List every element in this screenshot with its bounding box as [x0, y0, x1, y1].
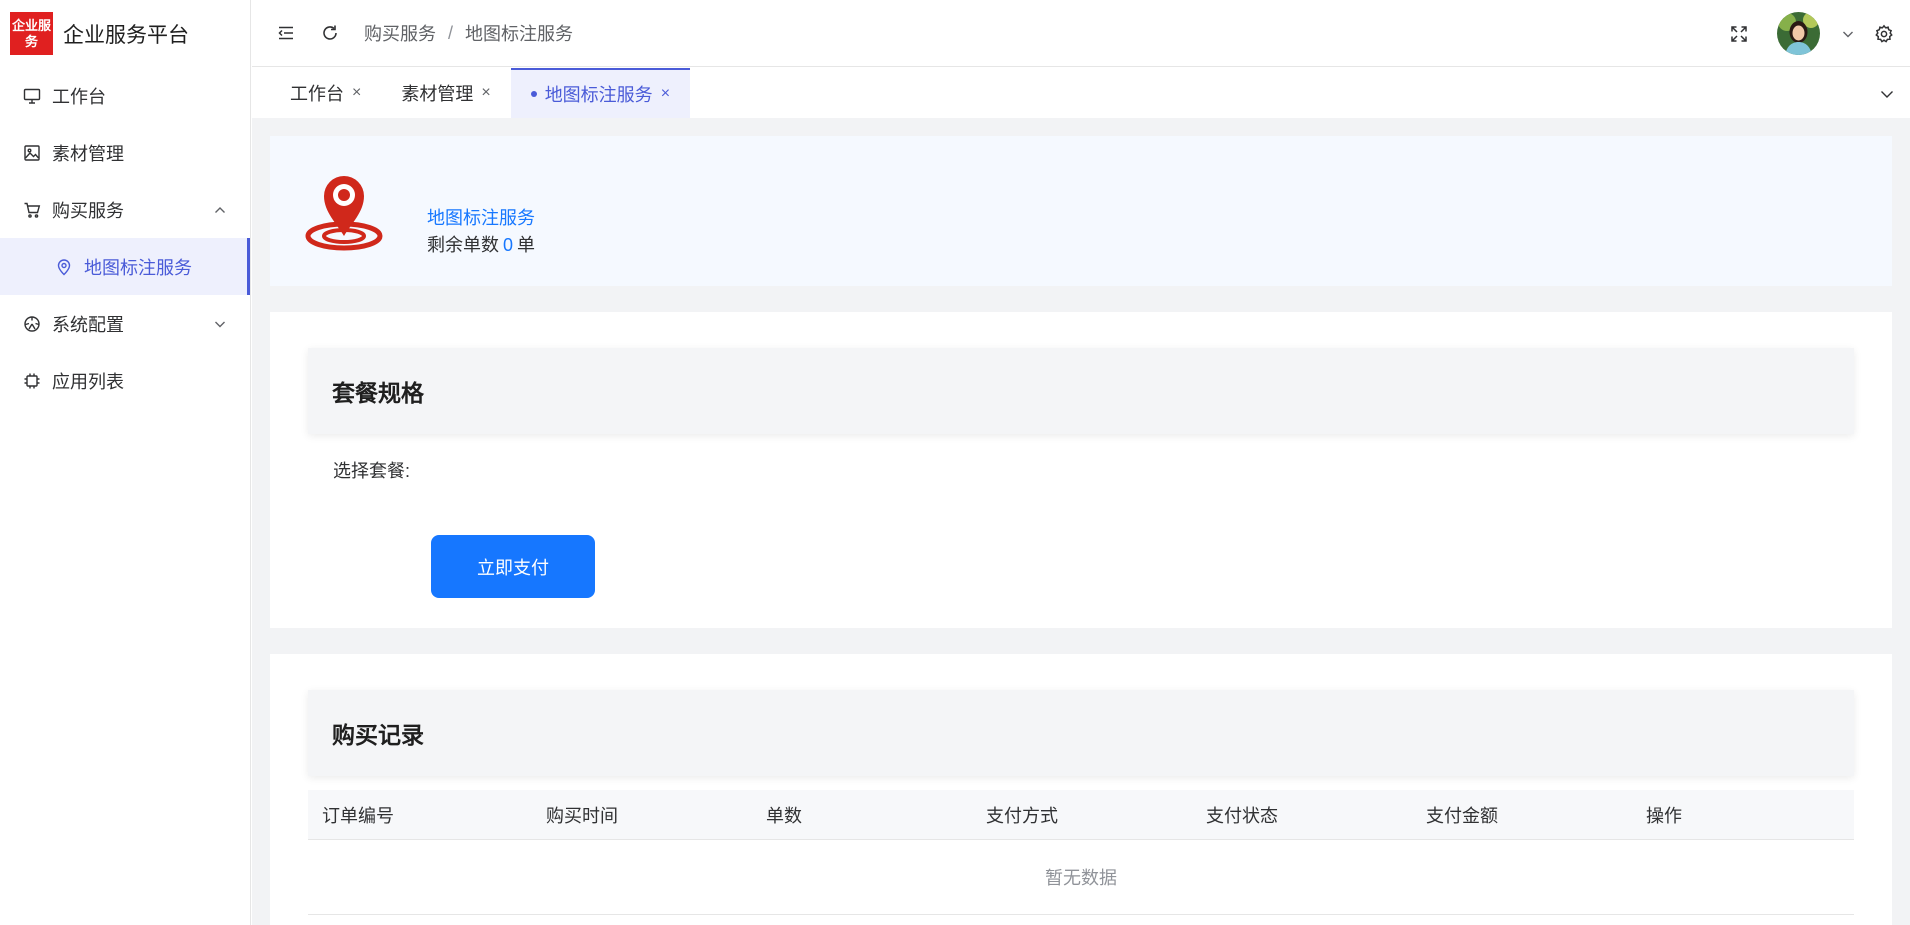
column-header-count: 单数: [766, 805, 802, 826]
breadcrumb: 购买服务 / 地图标注服务: [364, 20, 573, 46]
tab-map-marking[interactable]: 地图标注服务 ×: [510, 68, 691, 118]
monitor-icon: [22, 86, 42, 106]
main-content: 地图标注服务 剩余单数 0 单 套餐规格 选择套餐: 立即支付 购买记录 订单编号 …: [252, 118, 1910, 925]
tabs-bar: 工作台 × 素材管理 × 地图标注服务 ×: [252, 68, 1910, 118]
collapse-menu-icon[interactable]: [274, 21, 298, 45]
remaining-value: 0: [503, 235, 514, 255]
tab-label: 工作台: [290, 84, 344, 104]
sidebar-item-label: 地图标注服务: [84, 257, 192, 278]
brand[interactable]: 企业服务 企业服务平台: [0, 0, 250, 67]
cart-icon: [22, 200, 42, 220]
top-header: 购买服务 / 地图标注服务: [252, 0, 1910, 67]
tab-label: 素材管理: [401, 84, 474, 104]
active-dot-icon: [530, 91, 537, 97]
sidebar-item-map-marking[interactable]: 地图标注服务: [0, 238, 250, 295]
image-icon: [22, 143, 42, 163]
location-icon: [56, 258, 72, 276]
chip-icon: [22, 371, 42, 391]
settings-icon[interactable]: [1872, 22, 1896, 46]
column-header-actions: 操作: [1646, 805, 1682, 826]
sidebar-item-label: 系统配置: [52, 314, 124, 335]
close-icon[interactable]: ×: [352, 84, 361, 102]
package-panel: 套餐规格 选择套餐: 立即支付: [270, 312, 1892, 628]
remaining-unit: 单: [517, 235, 536, 255]
chevron-up-icon: [212, 202, 228, 218]
purchase-records-panel: 购买记录 订单编号 购买时间 单数 支付方式 支付状态 支付金额 操作 暂无数据: [270, 654, 1892, 925]
avatar[interactable]: [1777, 12, 1820, 55]
map-pin-icon: [304, 172, 384, 252]
package-select-label: 选择套餐:: [333, 461, 411, 481]
tab-materials[interactable]: 素材管理 ×: [381, 68, 510, 118]
remaining-label: 剩余单数: [427, 235, 499, 255]
tab-workbench[interactable]: 工作台 ×: [252, 68, 381, 118]
service-summary-card: 地图标注服务 剩余单数 0 单: [270, 136, 1892, 286]
close-icon[interactable]: ×: [661, 85, 670, 103]
tabs-more-chevron-icon[interactable]: [1878, 85, 1896, 103]
header-actions: [1727, 0, 1896, 67]
sidebar-item-purchase[interactable]: 购买服务: [0, 181, 250, 238]
user-menu-chevron-icon[interactable]: [1836, 22, 1860, 46]
sidebar-item-label: 购买服务: [52, 200, 124, 221]
chevron-down-icon: [212, 316, 228, 332]
sidebar-item-label: 应用列表: [52, 371, 124, 392]
pay-now-button[interactable]: 立即支付: [431, 535, 595, 598]
breadcrumb-item-current: 地图标注服务: [465, 24, 574, 44]
tab-label: 地图标注服务: [544, 85, 653, 105]
refresh-icon[interactable]: [318, 21, 342, 45]
remaining-count: 剩余单数 0 单: [427, 231, 535, 257]
brand-title: 企业服务平台: [63, 23, 189, 47]
column-header-purchase-time: 购买时间: [546, 805, 618, 826]
sidebar-item-system-config[interactable]: 系统配置: [0, 295, 250, 352]
column-header-order-no: 订单编号: [322, 805, 394, 826]
dashboard-icon: [22, 314, 42, 334]
sidebar-item-workbench[interactable]: 工作台: [0, 67, 250, 124]
empty-state: 暂无数据: [308, 840, 1854, 915]
column-header-pay-amount: 支付金额: [1426, 805, 1498, 826]
brand-logo: 企业服务: [10, 12, 53, 55]
fullscreen-icon[interactable]: [1727, 22, 1751, 46]
table-header: 订单编号 购买时间 单数 支付方式 支付状态 支付金额 操作: [308, 790, 1854, 840]
sidebar: 企业服务 企业服务平台 工作台 素材管理 购买服务 地图标注服务 系统配置 应用…: [0, 0, 251, 925]
package-title: 套餐规格: [308, 348, 1854, 434]
sidebar-item-app-list[interactable]: 应用列表: [0, 352, 250, 409]
sidebar-item-materials[interactable]: 素材管理: [0, 124, 250, 181]
breadcrumb-item-purchase[interactable]: 购买服务: [364, 20, 436, 46]
records-title: 购买记录: [308, 690, 1854, 776]
records-table: 订单编号 购买时间 单数 支付方式 支付状态 支付金额 操作 暂无数据: [308, 790, 1854, 915]
column-header-pay-status: 支付状态: [1206, 805, 1278, 826]
service-name-link[interactable]: 地图标注服务: [427, 204, 535, 230]
breadcrumb-separator: /: [448, 22, 454, 43]
sidebar-item-label: 工作台: [52, 86, 106, 107]
close-icon[interactable]: ×: [481, 84, 490, 102]
column-header-pay-method: 支付方式: [986, 805, 1058, 826]
sidebar-item-label: 素材管理: [52, 143, 124, 164]
